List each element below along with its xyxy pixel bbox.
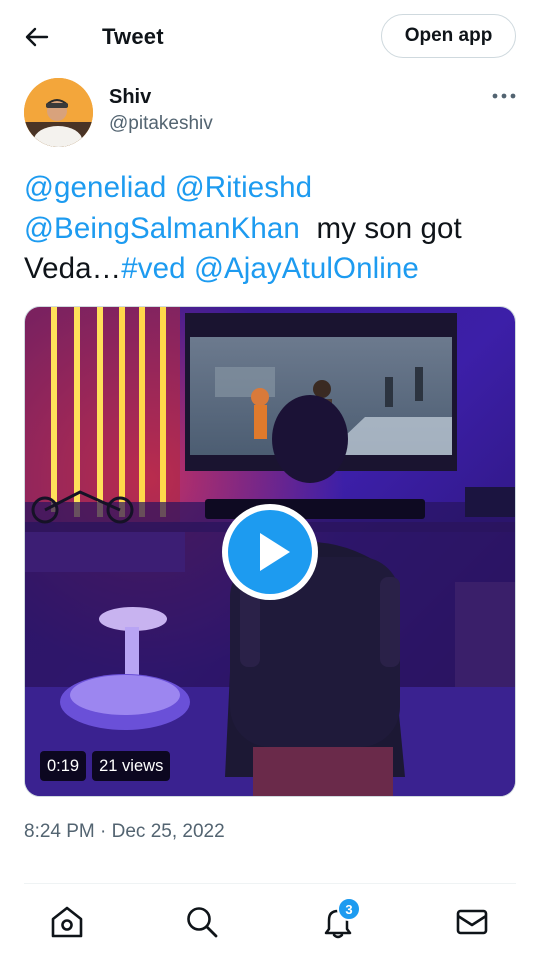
top-bar: Tweet Open app — [0, 0, 540, 74]
hashtag-link[interactable]: #ved — [121, 252, 185, 285]
notification-count-badge: 3 — [337, 897, 361, 921]
bottom-nav — [0, 884, 540, 960]
mention-link[interactable]: @BeingSalmanKhan — [24, 212, 300, 245]
page-title: Tweet — [102, 24, 164, 49]
tweet-text-segment — [312, 171, 320, 204]
more-dots-icon — [492, 93, 516, 99]
more-options-button[interactable] — [491, 86, 517, 106]
play-button[interactable] — [220, 502, 320, 602]
avatar[interactable] — [24, 78, 93, 147]
video-duration: 0:19 — [40, 751, 87, 781]
tweet-text: @geneliad @Ritieshd @BeingSalmanKhan my … — [24, 168, 524, 290]
tweet-timestamp[interactable]: 8:24 PM · Dec 25, 2022 — [24, 821, 225, 843]
search-icon — [187, 907, 218, 938]
nav-home[interactable] — [49, 904, 85, 940]
tweet-text-segment — [186, 252, 194, 285]
nav-search[interactable] — [184, 904, 220, 940]
mention-link[interactable]: @Ritieshd — [175, 171, 312, 204]
mail-icon — [456, 909, 488, 935]
tweet-video[interactable]: 0:19 21 views — [24, 306, 516, 797]
author-name[interactable]: Shiv — [109, 86, 151, 109]
home-icon — [51, 906, 83, 938]
video-views: 21 views — [92, 751, 171, 781]
arrow-left-icon — [25, 27, 49, 47]
back-button[interactable] — [22, 22, 52, 52]
play-icon — [222, 504, 318, 600]
author-handle[interactable]: @pitakeshiv — [109, 113, 213, 135]
video-info-badges: 0:19 21 views — [40, 751, 176, 781]
open-app-button[interactable]: Open app — [381, 14, 516, 58]
nav-messages[interactable] — [454, 904, 490, 940]
tweet-text-segment — [166, 171, 174, 204]
mention-link[interactable]: @AjayAtulOnline — [194, 252, 419, 285]
mention-link[interactable]: @geneliad — [24, 171, 166, 204]
